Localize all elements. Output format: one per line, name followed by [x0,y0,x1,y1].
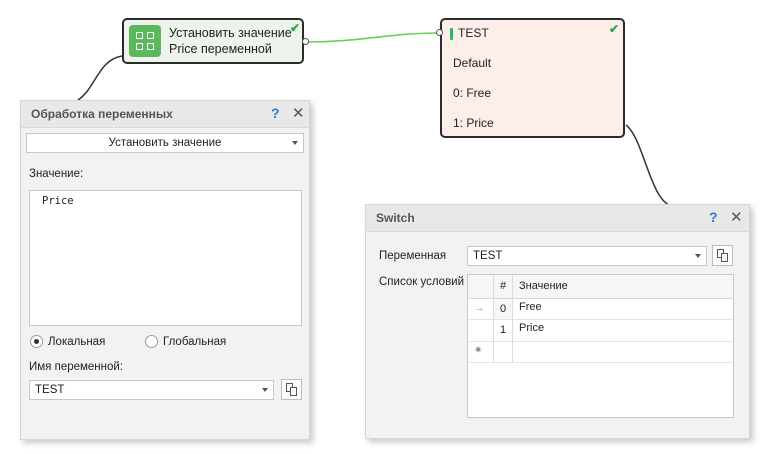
action-node-set-variable[interactable]: Установить значение Price переменной ✔ [122,18,304,64]
switch-panel: Switch ? ✕ Переменная TEST Список услови… [365,204,750,439]
switch-row-1[interactable]: 1: Price [453,116,494,130]
chevron-down-icon [262,388,268,392]
variable-select[interactable]: TEST [467,246,707,266]
help-icon[interactable]: ? [709,209,718,225]
grid-header [468,275,733,299]
check-icon: ✔ [609,22,620,36]
column-header-number[interactable]: # [500,280,506,292]
switch-row-default[interactable]: Default [453,56,491,70]
check-icon: ✔ [290,21,301,35]
column-header-value[interactable]: Значение [519,280,568,292]
row-value[interactable]: Price [519,322,544,334]
copy-button[interactable] [712,245,733,266]
switch-row-0[interactable]: 0: Free [453,86,491,100]
action-node-switch[interactable]: TEST ✔ Default 0: Free 1: Price [440,18,625,138]
variable-processing-panel: Обработка переменных ? ✕ Установить знач… [20,100,310,440]
help-icon[interactable]: ? [271,105,280,121]
action-select-value: Установить значение [108,137,222,149]
switch-node-name: TEST [458,26,489,40]
wire-incoming [77,55,123,101]
conditions-grid[interactable]: # Значение → 0 Free 1 Price ✷ [467,274,734,418]
panel-titlebar: Обработка переменных ? ✕ [21,101,309,128]
chevron-down-icon [695,254,701,258]
panel-titlebar: Switch ? ✕ [366,205,749,232]
radio-global-label[interactable]: Глобальная [163,336,226,348]
value-textarea[interactable]: Price [29,190,302,326]
panel-title: Switch [376,211,415,225]
variable-name-value: TEST [35,384,65,396]
close-icon[interactable]: ✕ [292,104,305,122]
variable-name-label: Имя переменной: [29,361,124,373]
node-title-line1: Установить значение [169,26,292,40]
row-number[interactable]: 1 [500,324,506,336]
radio-global[interactable] [145,335,158,348]
radio-local-label[interactable]: Локальная [48,336,105,348]
input-port[interactable] [436,29,443,36]
arrow-right-icon: → [474,302,485,314]
value-text: Price [42,195,74,207]
action-select[interactable]: Установить значение [26,133,304,153]
node-accent-bar [450,28,453,40]
output-port[interactable] [302,38,309,45]
radio-local[interactable] [30,335,43,348]
copy-button[interactable] [281,379,302,400]
new-row-icon[interactable]: ✷ [474,345,482,356]
variable-label: Переменная [379,250,447,262]
panel-title: Обработка переменных [31,107,173,121]
variable-name-select[interactable]: TEST [29,380,274,400]
conditions-list-label: Список условий [379,276,465,288]
grid-icon [129,25,161,57]
close-icon[interactable]: ✕ [730,208,743,226]
chevron-down-icon [292,141,298,145]
wire-set-to-switch [305,32,439,43]
variable-select-value: TEST [473,250,503,262]
wire-switch-out [625,124,676,208]
node-title-line2: Price переменной [169,42,272,56]
row-value[interactable]: Free [519,301,542,313]
value-label: Значение: [29,168,84,180]
row-number[interactable]: 0 [500,303,506,315]
